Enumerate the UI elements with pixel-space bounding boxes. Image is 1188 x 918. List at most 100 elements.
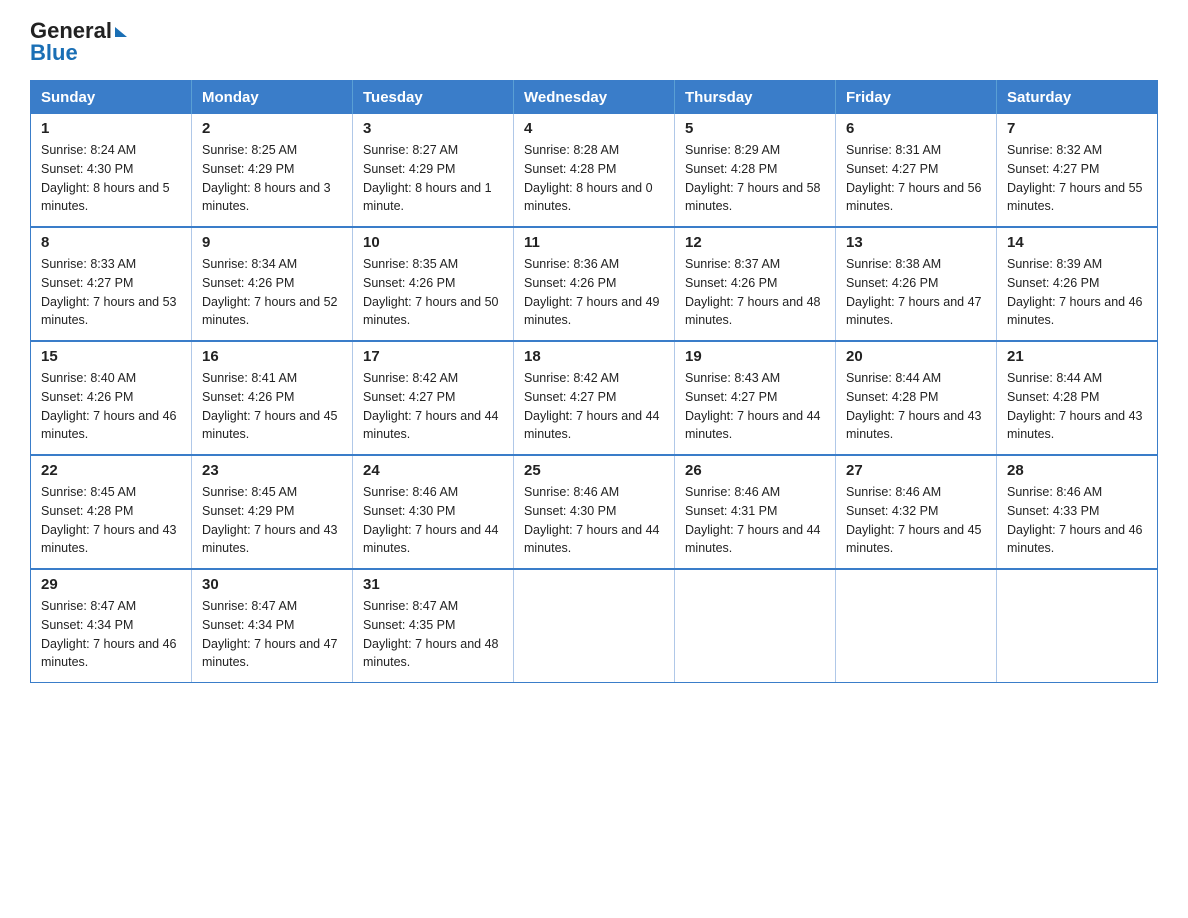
calendar-cell: 24 Sunrise: 8:46 AMSunset: 4:30 PMDayligh… [353, 455, 514, 569]
day-number: 21 [1007, 348, 1147, 365]
day-number: 28 [1007, 462, 1147, 479]
day-number: 24 [363, 462, 503, 479]
day-number: 22 [41, 462, 181, 479]
calendar-cell: 5 Sunrise: 8:29 AMSunset: 4:28 PMDaylight… [675, 114, 836, 227]
calendar-week-row: 22 Sunrise: 8:45 AMSunset: 4:28 PMDayligh… [31, 455, 1158, 569]
day-info: Sunrise: 8:46 AMSunset: 4:30 PMDaylight:… [524, 483, 664, 558]
calendar-cell: 25 Sunrise: 8:46 AMSunset: 4:30 PMDayligh… [514, 455, 675, 569]
day-info: Sunrise: 8:28 AMSunset: 4:28 PMDaylight:… [524, 141, 664, 216]
day-number: 17 [363, 348, 503, 365]
day-number: 5 [685, 120, 825, 137]
day-info: Sunrise: 8:42 AMSunset: 4:27 PMDaylight:… [524, 369, 664, 444]
day-info: Sunrise: 8:31 AMSunset: 4:27 PMDaylight:… [846, 141, 986, 216]
calendar-cell [836, 569, 997, 683]
day-info: Sunrise: 8:46 AMSunset: 4:33 PMDaylight:… [1007, 483, 1147, 558]
calendar-cell: 30 Sunrise: 8:47 AMSunset: 4:34 PMDayligh… [192, 569, 353, 683]
header-friday: Friday [836, 81, 997, 115]
day-number: 13 [846, 234, 986, 251]
calendar-cell: 8 Sunrise: 8:33 AMSunset: 4:27 PMDaylight… [31, 227, 192, 341]
calendar-week-row: 8 Sunrise: 8:33 AMSunset: 4:27 PMDaylight… [31, 227, 1158, 341]
day-info: Sunrise: 8:34 AMSunset: 4:26 PMDaylight:… [202, 255, 342, 330]
header-saturday: Saturday [997, 81, 1158, 115]
calendar-cell: 6 Sunrise: 8:31 AMSunset: 4:27 PMDaylight… [836, 114, 997, 227]
calendar-cell: 1 Sunrise: 8:24 AMSunset: 4:30 PMDaylight… [31, 114, 192, 227]
calendar-cell: 3 Sunrise: 8:27 AMSunset: 4:29 PMDaylight… [353, 114, 514, 227]
day-info: Sunrise: 8:45 AMSunset: 4:28 PMDaylight:… [41, 483, 181, 558]
calendar-cell: 17Sunrise: 8:42 AMSunset: 4:27 PMDayligh… [353, 341, 514, 455]
logo-general: General [30, 20, 112, 42]
header-tuesday: Tuesday [353, 81, 514, 115]
header-sunday: Sunday [31, 81, 192, 115]
calendar-cell [514, 569, 675, 683]
day-info: Sunrise: 8:41 AMSunset: 4:26 PMDaylight:… [202, 369, 342, 444]
header-wednesday: Wednesday [514, 81, 675, 115]
calendar-cell: 13 Sunrise: 8:38 AMSunset: 4:26 PMDayligh… [836, 227, 997, 341]
calendar-cell: 28 Sunrise: 8:46 AMSunset: 4:33 PMDayligh… [997, 455, 1158, 569]
day-info: Sunrise: 8:33 AMSunset: 4:27 PMDaylight:… [41, 255, 181, 330]
day-number: 6 [846, 120, 986, 137]
day-number: 23 [202, 462, 342, 479]
day-number: 1 [41, 120, 181, 137]
calendar-cell: 12Sunrise: 8:37 AMSunset: 4:26 PMDayligh… [675, 227, 836, 341]
day-info: Sunrise: 8:44 AMSunset: 4:28 PMDaylight:… [1007, 369, 1147, 444]
day-info: Sunrise: 8:25 AMSunset: 4:29 PMDaylight:… [202, 141, 342, 216]
day-info: Sunrise: 8:27 AMSunset: 4:29 PMDaylight:… [363, 141, 503, 216]
calendar-cell: 2 Sunrise: 8:25 AMSunset: 4:29 PMDaylight… [192, 114, 353, 227]
day-number: 9 [202, 234, 342, 251]
header-monday: Monday [192, 81, 353, 115]
calendar-cell [675, 569, 836, 683]
calendar-cell: 20 Sunrise: 8:44 AMSunset: 4:28 PMDayligh… [836, 341, 997, 455]
day-info: Sunrise: 8:43 AMSunset: 4:27 PMDaylight:… [685, 369, 825, 444]
calendar-cell: 18Sunrise: 8:42 AMSunset: 4:27 PMDayligh… [514, 341, 675, 455]
calendar-cell: 10 Sunrise: 8:35 AMSunset: 4:26 PMDayligh… [353, 227, 514, 341]
day-number: 10 [363, 234, 503, 251]
day-info: Sunrise: 8:24 AMSunset: 4:30 PMDaylight:… [41, 141, 181, 216]
calendar-cell: 15 Sunrise: 8:40 AMSunset: 4:26 PMDayligh… [31, 341, 192, 455]
day-info: Sunrise: 8:46 AMSunset: 4:30 PMDaylight:… [363, 483, 503, 558]
day-number: 30 [202, 576, 342, 593]
calendar-cell: 29Sunrise: 8:47 AMSunset: 4:34 PMDayligh… [31, 569, 192, 683]
day-number: 15 [41, 348, 181, 365]
header-thursday: Thursday [675, 81, 836, 115]
logo-blue: Blue [30, 42, 78, 64]
day-info: Sunrise: 8:35 AMSunset: 4:26 PMDaylight:… [363, 255, 503, 330]
day-info: Sunrise: 8:44 AMSunset: 4:28 PMDaylight:… [846, 369, 986, 444]
day-number: 8 [41, 234, 181, 251]
calendar-cell: 27 Sunrise: 8:46 AMSunset: 4:32 PMDayligh… [836, 455, 997, 569]
day-number: 26 [685, 462, 825, 479]
day-info: Sunrise: 8:45 AMSunset: 4:29 PMDaylight:… [202, 483, 342, 558]
calendar-week-row: 1 Sunrise: 8:24 AMSunset: 4:30 PMDaylight… [31, 114, 1158, 227]
day-number: 7 [1007, 120, 1147, 137]
calendar-cell: 9 Sunrise: 8:34 AMSunset: 4:26 PMDaylight… [192, 227, 353, 341]
day-info: Sunrise: 8:46 AMSunset: 4:31 PMDaylight:… [685, 483, 825, 558]
calendar-cell: 16 Sunrise: 8:41 AMSunset: 4:26 PMDayligh… [192, 341, 353, 455]
day-number: 16 [202, 348, 342, 365]
calendar-cell: 14Sunrise: 8:39 AMSunset: 4:26 PMDayligh… [997, 227, 1158, 341]
day-number: 29 [41, 576, 181, 593]
calendar-cell: 31 Sunrise: 8:47 AMSunset: 4:35 PMDayligh… [353, 569, 514, 683]
day-number: 20 [846, 348, 986, 365]
calendar-cell: 21 Sunrise: 8:44 AMSunset: 4:28 PMDayligh… [997, 341, 1158, 455]
day-info: Sunrise: 8:37 AMSunset: 4:26 PMDaylight:… [685, 255, 825, 330]
day-info: Sunrise: 8:36 AMSunset: 4:26 PMDaylight:… [524, 255, 664, 330]
calendar-cell: 19Sunrise: 8:43 AMSunset: 4:27 PMDayligh… [675, 341, 836, 455]
page-header: General Blue [30, 20, 1158, 64]
day-info: Sunrise: 8:29 AMSunset: 4:28 PMDaylight:… [685, 141, 825, 216]
day-number: 27 [846, 462, 986, 479]
day-info: Sunrise: 8:47 AMSunset: 4:35 PMDaylight:… [363, 597, 503, 672]
calendar-cell: 26 Sunrise: 8:46 AMSunset: 4:31 PMDayligh… [675, 455, 836, 569]
day-info: Sunrise: 8:32 AMSunset: 4:27 PMDaylight:… [1007, 141, 1147, 216]
calendar-table: SundayMondayTuesdayWednesdayThursdayFrid… [30, 80, 1158, 683]
day-number: 31 [363, 576, 503, 593]
day-info: Sunrise: 8:46 AMSunset: 4:32 PMDaylight:… [846, 483, 986, 558]
day-info: Sunrise: 8:40 AMSunset: 4:26 PMDaylight:… [41, 369, 181, 444]
calendar-cell [997, 569, 1158, 683]
day-info: Sunrise: 8:47 AMSunset: 4:34 PMDaylight:… [202, 597, 342, 672]
day-number: 3 [363, 120, 503, 137]
day-number: 2 [202, 120, 342, 137]
calendar-cell: 4Sunrise: 8:28 AMSunset: 4:28 PMDaylight… [514, 114, 675, 227]
day-info: Sunrise: 8:38 AMSunset: 4:26 PMDaylight:… [846, 255, 986, 330]
day-number: 11 [524, 234, 664, 251]
day-number: 25 [524, 462, 664, 479]
calendar-header-row: SundayMondayTuesdayWednesdayThursdayFrid… [31, 81, 1158, 115]
